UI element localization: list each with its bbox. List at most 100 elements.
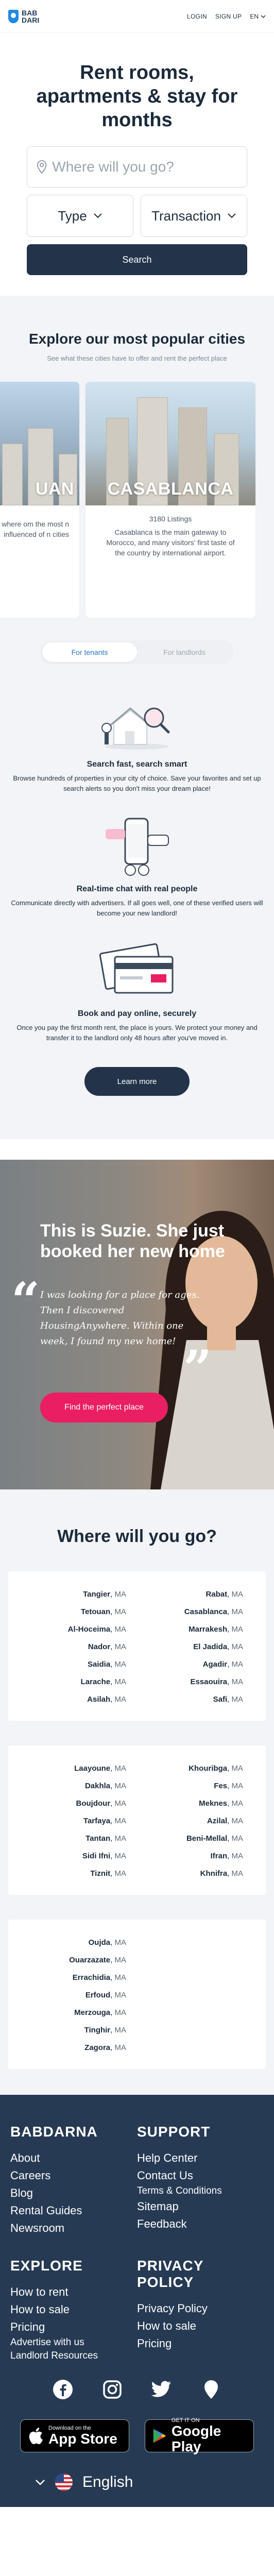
search-box[interactable] bbox=[27, 146, 247, 188]
twitter-icon[interactable] bbox=[150, 2378, 173, 2401]
footer-link[interactable]: Terms & Conditions bbox=[137, 2184, 264, 2198]
destination-link[interactable]: Tarfaya, MA bbox=[19, 1812, 126, 1830]
logo[interactable]: BAB DARI bbox=[8, 9, 39, 24]
city-card[interactable]: CASABLANCA 3180 Listings Casablanca is t… bbox=[85, 382, 255, 618]
footer-link[interactable]: How to sale bbox=[10, 2301, 137, 2318]
destination-link[interactable]: Azilal, MA bbox=[135, 1812, 243, 1830]
footer-link[interactable]: Help Center bbox=[137, 2149, 264, 2167]
footer-link[interactable]: Privacy Policy bbox=[137, 2300, 264, 2317]
destination-link[interactable]: Laayoune, MA bbox=[19, 1760, 126, 1777]
footer-link[interactable]: Landlord Resources bbox=[10, 2349, 137, 2363]
destination-country: MA bbox=[231, 1625, 244, 1634]
footer-link[interactable]: Careers bbox=[10, 2167, 137, 2184]
app-store-label: App Store bbox=[48, 2431, 117, 2447]
destination-link[interactable]: Sidi Ifni, MA bbox=[19, 1848, 126, 1865]
footer-link[interactable]: Contact Us bbox=[137, 2167, 264, 2184]
tab-tenants[interactable]: For tenants bbox=[42, 642, 137, 662]
destination-link[interactable]: Casablanca, MA bbox=[135, 1603, 243, 1621]
destination-country: MA bbox=[114, 1677, 127, 1686]
destination-link[interactable]: Essaouira, MA bbox=[135, 1673, 243, 1691]
payment-cards-illustration-icon bbox=[99, 943, 174, 994]
destination-link[interactable]: Khouribga, MA bbox=[135, 1760, 243, 1777]
destination-link[interactable]: Dakhla, MA bbox=[19, 1777, 126, 1795]
region-column: Laayoune, MA Dakhla, MA Boujdour, MA Tarfay… bbox=[19, 1760, 135, 1883]
facebook-icon[interactable] bbox=[52, 2378, 74, 2401]
destination-city: Tangier bbox=[83, 1590, 111, 1599]
destination-link[interactable]: Boujdour, MA bbox=[19, 1795, 127, 1812]
destination-country: MA bbox=[114, 1799, 127, 1808]
footer-link[interactable]: Pricing bbox=[137, 2335, 264, 2352]
destination-link[interactable]: Ifran, MA bbox=[135, 1848, 243, 1865]
footer-link[interactable]: Feedback bbox=[137, 2215, 264, 2233]
destination-city: Nador bbox=[88, 1642, 111, 1651]
search-input[interactable] bbox=[52, 159, 237, 175]
destination-link[interactable]: Ouarzazate, MA bbox=[19, 1952, 126, 1969]
destination-link[interactable]: Marrakesh, MA bbox=[135, 1621, 243, 1638]
destination-link[interactable]: Oujda, MA bbox=[19, 1934, 126, 1952]
search-button[interactable]: Search bbox=[27, 244, 247, 275]
language-selector[interactable]: English bbox=[10, 2473, 264, 2492]
app-store-button[interactable]: Download on the App Store bbox=[20, 2419, 129, 2452]
footer-heading: SUPPORT bbox=[137, 2124, 211, 2140]
destination-city: Laayoune bbox=[74, 1764, 111, 1773]
footer-link[interactable]: Blog bbox=[10, 2184, 137, 2202]
footer-link[interactable]: Sitemap bbox=[137, 2198, 264, 2215]
footer-link[interactable]: Advertise with us bbox=[10, 2336, 137, 2349]
footer-link[interactable]: About bbox=[10, 2149, 137, 2167]
logo-mark-icon bbox=[8, 9, 19, 23]
destination-link[interactable]: Al-Hoceima, MA bbox=[19, 1621, 126, 1638]
location-pin-icon[interactable] bbox=[200, 2378, 222, 2401]
destination-link[interactable]: El Jadida, MA bbox=[135, 1638, 243, 1656]
destination-link[interactable]: Nador, MA bbox=[19, 1638, 126, 1656]
footer-link[interactable]: How to rent bbox=[10, 2283, 137, 2301]
footer-link[interactable]: How to sale bbox=[137, 2317, 264, 2335]
destination-link[interactable]: Zagora, MA bbox=[19, 2039, 126, 2057]
type-select-label: Type bbox=[58, 208, 87, 224]
google-play-icon bbox=[153, 2429, 166, 2443]
language-switch[interactable]: EN bbox=[250, 13, 266, 20]
destination-link[interactable]: Tinghir, MA bbox=[19, 2022, 126, 2039]
destination-link[interactable]: Larache, MA bbox=[19, 1673, 126, 1691]
destination-country: MA bbox=[114, 1660, 127, 1669]
destination-link[interactable]: Fes, MA bbox=[135, 1777, 243, 1795]
learn-more-button[interactable]: Learn more bbox=[84, 1067, 190, 1096]
destination-link[interactable]: Safi, MA bbox=[135, 1691, 243, 1708]
destination-country: MA bbox=[114, 1642, 127, 1651]
destination-country: MA bbox=[114, 1956, 127, 1964]
destination-link[interactable]: Tetouan, MA bbox=[19, 1603, 126, 1621]
apple-icon bbox=[29, 2428, 43, 2445]
feature-payment: Book and pay online, securely Once you p… bbox=[10, 939, 264, 1043]
cities-carousel[interactable]: UAN s retaining its ian soul, where om t… bbox=[0, 382, 274, 618]
find-place-button[interactable]: Find the perfect place bbox=[40, 1393, 168, 1422]
destination-link[interactable]: Meknes, MA bbox=[135, 1795, 243, 1812]
destination-link[interactable]: Merzouga, MA bbox=[19, 2004, 126, 2022]
feature-title: Real-time chat with real people bbox=[76, 885, 198, 893]
destination-link[interactable]: Agadir, MA bbox=[135, 1656, 243, 1673]
destination-city: Erfoud bbox=[85, 1991, 111, 1999]
instagram-icon[interactable] bbox=[101, 2378, 124, 2401]
transaction-select[interactable]: Transaction bbox=[141, 195, 247, 237]
footer-col-explore: EXPLORE How to rent How to sale Pricing … bbox=[10, 2258, 137, 2363]
footer-link[interactable]: Rental Guides bbox=[10, 2202, 137, 2219]
destination-link[interactable]: Tiznit, MA bbox=[19, 1865, 126, 1883]
type-select[interactable]: Type bbox=[27, 195, 133, 237]
destination-link[interactable]: Khnifra, MA bbox=[135, 1865, 243, 1883]
city-card[interactable]: UAN s retaining its ian soul, where om t… bbox=[0, 382, 79, 618]
destination-link[interactable]: Tantan, MA bbox=[19, 1830, 126, 1848]
destination-link[interactable]: Erfoud, MA bbox=[19, 1987, 126, 2004]
signup-link[interactable]: SIGN UP bbox=[215, 13, 242, 20]
region-column: Khouribga, MA Fes, MA Meknes, MA Azilal, MA… bbox=[135, 1760, 255, 1883]
google-play-button[interactable]: GET IT ON Google Play bbox=[145, 2417, 254, 2454]
destination-link[interactable]: Saidia, MA bbox=[19, 1656, 126, 1673]
tab-landlords[interactable]: For landlords bbox=[137, 642, 232, 662]
destination-link[interactable]: Asilah, MA bbox=[19, 1691, 126, 1708]
site-footer: BABDARNA About Careers Blog Rental Guide… bbox=[0, 2095, 274, 2507]
login-link[interactable]: LOGIN bbox=[187, 13, 207, 20]
destination-link[interactable]: Tangier, MA bbox=[19, 1586, 126, 1603]
footer-link[interactable]: Pricing bbox=[10, 2318, 137, 2336]
destination-link[interactable]: Errachidia, MA bbox=[19, 1969, 126, 1987]
footer-link[interactable]: Newsroom bbox=[10, 2219, 137, 2237]
destination-link[interactable]: Beni-Mellal, MA bbox=[135, 1830, 243, 1848]
destination-link[interactable]: Rabat, MA bbox=[135, 1586, 243, 1603]
destination-city: Al-Hoceima bbox=[67, 1625, 111, 1634]
